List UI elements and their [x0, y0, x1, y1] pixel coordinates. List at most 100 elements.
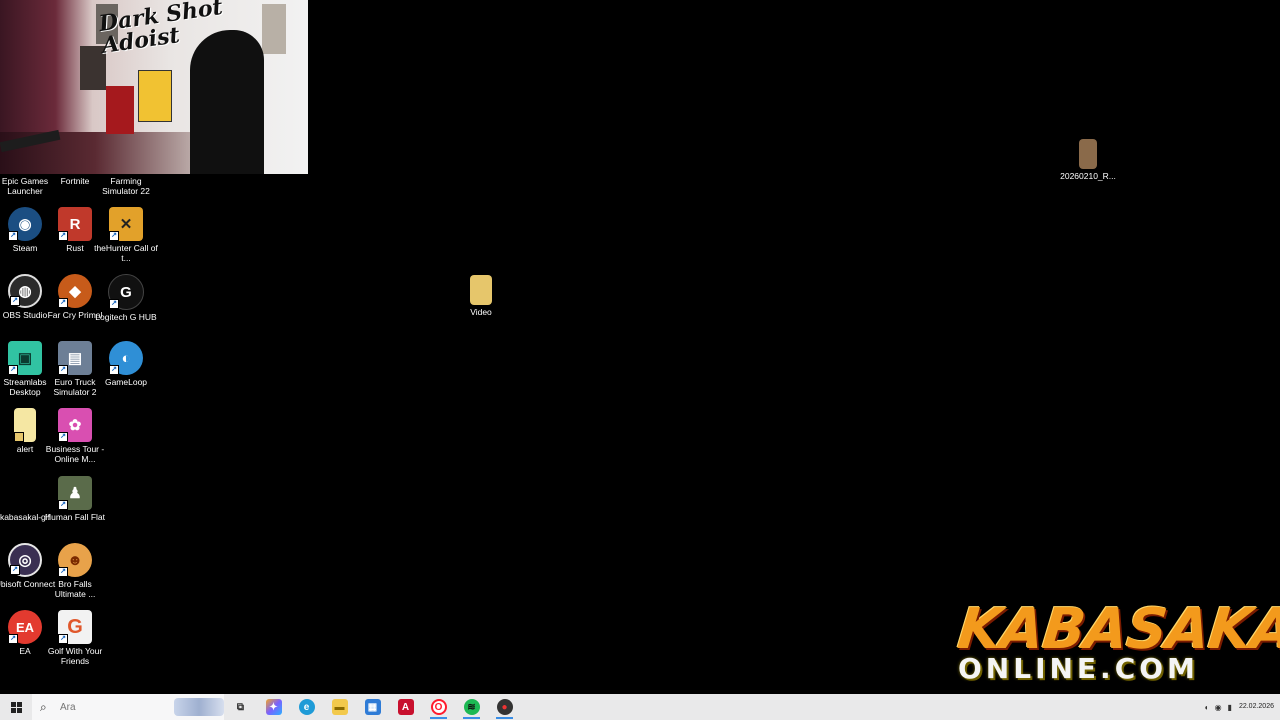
icon-label: Golf With Your Friends	[47, 646, 103, 666]
kabasakal-online-logo: KABASAKAL ONLINE.COM	[954, 597, 1280, 694]
wall-picture	[80, 46, 106, 90]
human-fall-flat-icon: ♟ ↗	[58, 476, 92, 510]
ea-icon: EA ↗	[8, 610, 42, 644]
edge-icon: e	[298, 699, 315, 715]
gif-file-icon	[8, 476, 42, 510]
copilot-icon: ✦	[265, 699, 282, 715]
folder-icon	[470, 275, 492, 305]
shortcut-arrow-icon: ↗	[58, 432, 68, 442]
desktop-icon-euro-truck-simulator-2[interactable]: ▤ ↗ Euro Truck Simulator 2	[47, 341, 103, 397]
icon-glyph: R	[69, 215, 81, 233]
search-input[interactable]	[56, 701, 160, 713]
icon-glyph: ◆	[69, 283, 81, 300]
icon-glyph: ◎	[18, 552, 32, 569]
icon-glyph: G	[67, 615, 83, 638]
adobe-icon: A	[397, 699, 414, 715]
desktop-icon-bro-falls[interactable]: ☻ ↗ Bro Falls Ultimate ...	[47, 543, 103, 599]
icon-glyph: ✕	[119, 216, 133, 233]
logo-line1: KABASAKAL	[954, 597, 1280, 662]
taskbar-adobe-app[interactable]: A	[389, 694, 422, 720]
taskbar-copilot[interactable]: ✦	[257, 694, 290, 720]
obs-icon: ●	[496, 699, 513, 715]
shortcut-arrow-icon: ↗	[58, 567, 68, 577]
desktop-icon-golf-with-your-friends[interactable]: G ↗ Golf With Your Friends	[47, 610, 103, 666]
clock-date: 22.02.2026	[1238, 703, 1274, 710]
taskbar-task-view[interactable]: ⧉	[224, 694, 257, 720]
icon-label: Farming Simulator 22	[102, 176, 150, 196]
shortcut-arrow-icon: ↗	[58, 298, 68, 308]
bro-falls-icon: ☻ ↗	[58, 543, 92, 577]
desktop-icon-gameloop[interactable]: ◐ ↗ GameLoop	[98, 341, 154, 387]
steam-icon: ◉ ↗	[8, 207, 42, 241]
icon-glyph: ▤	[67, 350, 83, 367]
streamlabs-icon: ▣ ↗	[8, 341, 42, 375]
icon-glyph: ▣	[17, 350, 33, 367]
start-button[interactable]	[0, 694, 32, 720]
spotify-icon: ≋	[463, 699, 480, 715]
icon-glyph: ◐	[121, 349, 131, 367]
file-icon	[14, 408, 36, 442]
webcam-overlay: Dark Shot Adoist	[0, 0, 308, 174]
search-icon: ⌕	[40, 699, 47, 714]
icon-label: 20260210_R...	[1060, 171, 1116, 181]
battery-icon[interactable]: ▮	[1228, 703, 1232, 712]
icon-glyph: ♟	[68, 485, 82, 502]
icon-glyph: ◉	[18, 216, 32, 233]
taskbar-edge[interactable]: e	[290, 694, 323, 720]
far-cry-primal-icon: ◆ ↗	[58, 274, 92, 308]
golf-icon: G ↗	[58, 610, 92, 644]
desktop-icon-business-tour[interactable]: ✿ ↗ Business Tour - Online M...	[46, 408, 104, 464]
shortcut-arrow-icon: ↗	[58, 365, 68, 375]
taskbar: ⌕ ⧉ ✦ e ▬ ▦ A O ≋ ● ◖ ◉ ▮ 22.02.2026	[0, 694, 1280, 720]
taskbar-microsoft-store[interactable]: ▦	[356, 694, 389, 720]
taskbar-spotify[interactable]: ≋	[455, 694, 488, 720]
thehunter-icon: ✕ ↗	[109, 207, 143, 241]
ubisoft-icon: ◎ ↗	[8, 543, 42, 577]
gameloop-icon: ◐ ↗	[109, 341, 143, 375]
file-corner-icon	[14, 432, 24, 442]
taskbar-obs[interactable]: ●	[488, 694, 521, 720]
search-highlight-image	[174, 698, 224, 716]
business-tour-icon: ✿ ↗	[58, 408, 92, 442]
shortcut-arrow-icon: ↗	[10, 565, 20, 575]
shortcut-arrow-icon: ↗	[109, 231, 119, 241]
speaker-icon[interactable]: ◖	[1204, 703, 1209, 712]
warning-sign	[138, 70, 172, 122]
shortcut-arrow-icon: ↗	[8, 365, 18, 375]
desktop-icon-video-folder[interactable]: Video	[453, 275, 509, 317]
icon-label: Human Fall Flat	[45, 512, 105, 522]
taskbar-clock[interactable]: 22.02.2026	[1239, 703, 1274, 711]
icon-glyph: ☻	[67, 551, 83, 569]
opera-icon: O	[430, 699, 447, 715]
icon-label: GameLoop	[104, 377, 148, 387]
image-file-icon	[1079, 139, 1097, 169]
icon-glyph: ✿	[68, 417, 82, 434]
desktop-icon-human-fall-flat[interactable]: ♟ ↗ Human Fall Flat	[45, 476, 105, 522]
logitech-g-icon: G ↗	[108, 274, 144, 310]
store-icon: ▦	[364, 699, 381, 715]
windows-icon	[10, 701, 22, 713]
icon-label: Video	[470, 307, 492, 317]
icon-glyph: G	[120, 283, 132, 301]
icon-label: Logitech G HUB	[95, 312, 157, 322]
network-icon[interactable]: ◉	[1215, 703, 1222, 712]
taskbar-search[interactable]: ⌕	[32, 694, 224, 720]
desktop: Dark Shot Adoist Epic Games Launcher For…	[0, 0, 1280, 694]
gaming-chair	[190, 30, 264, 174]
icon-label: theHunter Call of t...	[94, 243, 158, 263]
desktop-icon-thehunter[interactable]: ✕ ↗ theHunter Call of t...	[94, 207, 158, 263]
taskbar-opera[interactable]: O	[422, 694, 455, 720]
desktop-icon-farming-simulator-22[interactable]: Farming Simulator 22	[98, 174, 154, 196]
shortcut-arrow-icon: ↗	[8, 634, 18, 644]
icon-glyph: EA	[15, 619, 35, 635]
shortcut-arrow-icon: ↗	[109, 365, 119, 375]
taskbar-file-explorer[interactable]: ▬	[323, 694, 356, 720]
shortcut-arrow-icon: ↗	[10, 296, 20, 306]
desktop-icon-logitech-g-hub[interactable]: G ↗ Logitech G HUB	[95, 274, 157, 322]
wall-sign-red	[106, 86, 134, 134]
shortcut-arrow-icon: ↗	[8, 231, 18, 241]
icon-glyph: ◍	[18, 283, 32, 300]
shortcut-arrow-icon: ↗	[58, 634, 68, 644]
shortcut-arrow-icon: ↗	[58, 231, 68, 241]
desktop-icon-recording-file[interactable]: 20260210_R...	[1060, 139, 1116, 181]
